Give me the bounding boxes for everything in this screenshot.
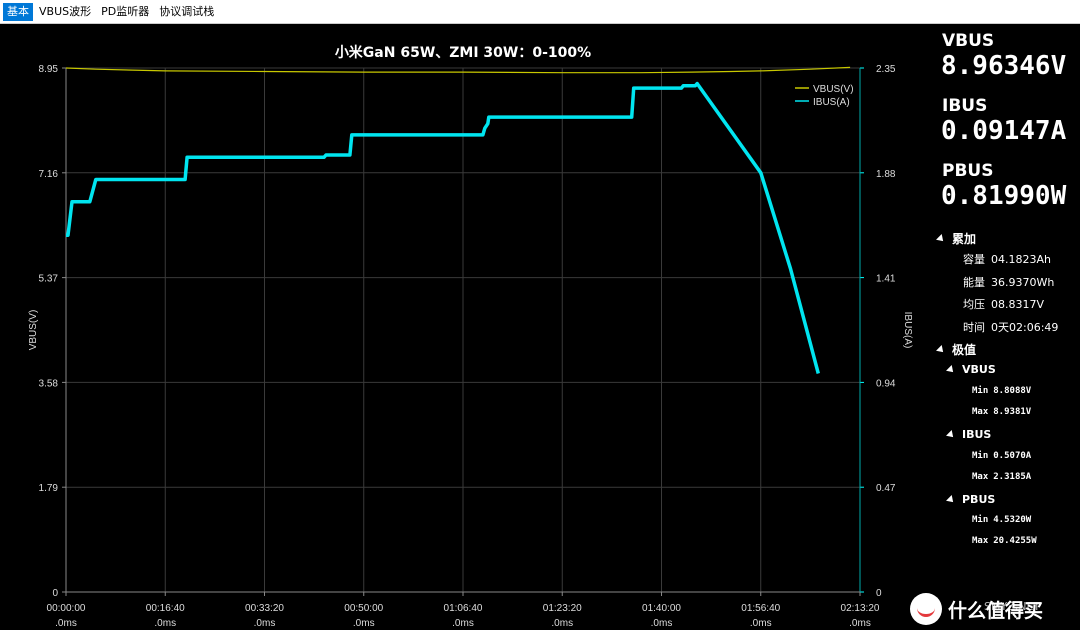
ibus-label: IBUS [942,96,988,116]
stat-key: 均压 [963,298,985,311]
vbus-value: 8.96346V [941,51,1067,81]
y2-tick-label: 2.35 [876,64,896,75]
x-tick-label: 01:40:00 [642,603,681,614]
y-tick-label: 3.58 [39,378,59,389]
max-key: Max [972,407,989,417]
x-tick-label: 00:50:00 [344,603,383,614]
watermark-sub: SMYZ.NET [984,600,1041,613]
readout-panel: VBUS 8.96346V IBUS 0.09147A PBUS 0.81990… [935,24,1080,630]
tab-vbus-waveform[interactable]: VBUS波形 [35,3,95,21]
extreme-pbus-header[interactable]: PBUS [946,493,996,506]
stat-value: 36.9370Wh [991,276,1055,289]
legend-label: IBUS(A) [813,97,850,108]
y-tick-label: 5.37 [39,274,59,285]
chart-title: 小米GaN 65W、ZMI 30W：0-100% [335,44,591,61]
stat-value: 0天02:06:49 [991,321,1059,334]
x-tick-sublabel: .0ms [154,618,176,629]
chart-area: 小米GaN 65W、ZMI 30W：0-100% 8.95 2.35 7.16 1.88… [0,24,935,630]
extreme-ibus-header[interactable]: IBUS [946,428,992,441]
y2-axis-label: IBUS(A) [902,312,913,349]
vbus-ibus-chart: 小米GaN 65W、ZMI 30W：0-100% 8.95 2.35 7.16 1.88… [28,44,913,629]
tab-basic[interactable]: 基本 [3,2,33,21]
accum-row-energy: 能量 36.9370Wh [963,274,1054,290]
collapse-triangle-icon [946,429,956,440]
ibus-value: 0.09147A [941,116,1067,146]
y-tick-label: 0 [52,588,58,599]
x-tick-label: 02:13:20 [841,603,880,614]
accum-header-label: 累加 [952,232,977,246]
accum-row-avg-voltage: 均压 08.8317V [963,296,1044,312]
min-value: 4.5320W [993,515,1032,525]
collapse-triangle-icon [936,233,946,244]
extreme-vbus-max: Max 8.9381V [972,407,1031,417]
max-value: 8.9381V [993,407,1032,417]
x-tick-sublabel: .0ms [353,618,375,629]
y2-tick-label: 0 [876,588,882,599]
x-tick-sublabel: .0ms [750,618,772,629]
max-key: Max [972,472,989,482]
max-value: 20.4255W [993,536,1037,546]
extreme-header[interactable]: 极值 [936,341,977,358]
extreme-ibus-min: Min 0.5070A [972,451,1031,461]
min-key: Min [972,451,989,461]
y-tick-label: 8.95 [39,64,59,75]
ibus-series-line [66,81,820,374]
extreme-ibus-max: Max 2.3185A [972,472,1031,482]
x-tick-label: 01:56:40 [741,603,780,614]
extreme-group-label: PBUS [962,493,996,506]
vbus-label: VBUS [942,31,995,51]
x-tick-sublabel: .0ms [651,618,673,629]
y2-tick-label: 1.88 [876,169,896,180]
y-tick-label: 1.79 [39,483,59,494]
min-value: 0.5070A [993,451,1032,461]
y2-tick-label: 1.41 [876,274,896,285]
y2-tick-label: 0.47 [876,483,896,494]
accum-row-capacity: 容量 04.1823Ah [963,251,1051,267]
x-tick-label: 00:16:40 [146,603,185,614]
tab-pd-monitor[interactable]: PD监听器 [97,3,153,21]
tab-protocol-debug[interactable]: 协议调试栈 [155,3,218,21]
x-tick-sublabel: .0ms [254,618,276,629]
stat-value: 04.1823Ah [991,253,1051,266]
x-tick-sublabel: .0ms [452,618,474,629]
x-tick-sublabel: .0ms [55,618,77,629]
extreme-vbus-min: Min 8.8088V [972,386,1031,396]
collapse-triangle-icon [946,494,956,505]
stat-key: 时间 [963,321,985,334]
accum-row-time: 时间 0天02:06:49 [963,319,1058,335]
min-value: 8.8088V [993,386,1032,396]
x-tick-label: 01:23:20 [543,603,582,614]
extreme-header-label: 极值 [952,343,977,357]
tab-bar: 基本 VBUS波形 PD监听器 协议调试栈 [0,0,1080,24]
min-key: Min [972,515,989,525]
extreme-pbus-max: Max 20.4255W [972,536,1037,546]
collapse-triangle-icon [946,364,956,375]
extreme-pbus-min: Min 4.5320W [972,515,1031,525]
y-tick-label: 7.16 [39,169,59,180]
max-key: Max [972,536,989,546]
y-axis-label: VBUS(V) [28,310,39,351]
x-tick-sublabel: .0ms [849,618,871,629]
stat-key: 能量 [963,276,985,289]
pbus-value: 0.81990W [941,181,1067,211]
legend-label: VBUS(V) [813,84,854,95]
x-tick-label: 00:33:20 [245,603,284,614]
extreme-vbus-header[interactable]: VBUS [946,363,996,376]
x-tick-label: 01:06:40 [444,603,483,614]
smzdm-logo-icon [910,593,942,625]
y2-tick-label: 0.94 [876,378,896,389]
max-value: 2.3185A [993,472,1032,482]
x-tick-label: 00:00:00 [47,603,86,614]
min-key: Min [972,386,989,396]
extreme-group-label: VBUS [962,363,996,376]
stat-key: 容量 [963,253,985,266]
extreme-group-label: IBUS [962,428,992,441]
x-tick-sublabel: .0ms [551,618,573,629]
pbus-label: PBUS [942,161,994,181]
stat-value: 08.8317V [991,298,1045,311]
collapse-triangle-icon [936,344,946,355]
accum-header[interactable]: 累加 [936,230,977,247]
